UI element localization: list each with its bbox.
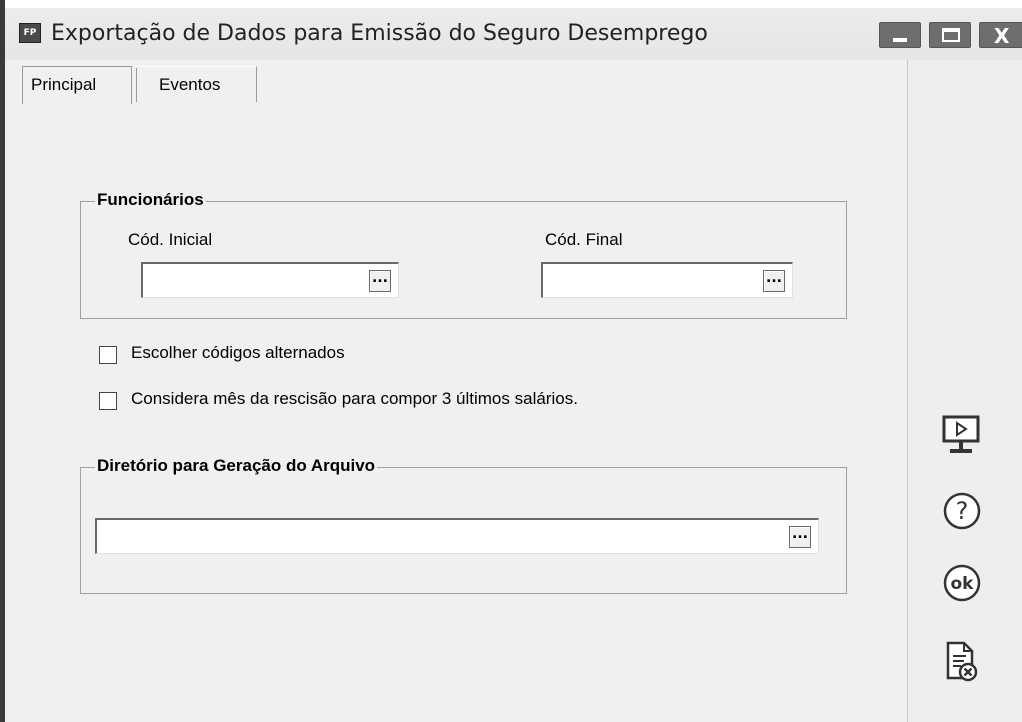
tab-principal[interactable]: Principal — [22, 66, 132, 104]
app-icon[interactable]: FP — [19, 23, 41, 43]
diretorio-group: Diretório para Geração do Arquivo ... — [80, 456, 847, 594]
cod-final-lookup-button[interactable]: ... — [763, 270, 785, 292]
ok-icon[interactable]: ok — [942, 563, 982, 603]
action-sidebar: ? ok — [907, 60, 1022, 722]
close-button[interactable]: X — [979, 22, 1022, 48]
maximize-button[interactable] — [929, 22, 971, 48]
help-icon[interactable]: ? — [942, 491, 982, 531]
help-glyph: ? — [956, 497, 969, 525]
minimize-icon — [893, 38, 907, 42]
preview-monitor-icon[interactable] — [942, 415, 980, 457]
diretorio-path-field[interactable]: ... — [95, 518, 819, 554]
ok-glyph: ok — [951, 574, 975, 594]
cod-inicial-lookup-button[interactable]: ... — [369, 270, 391, 292]
tab-eventos[interactable]: Eventos — [139, 66, 257, 102]
funcionarios-group: Funcionários Cód. Inicial ... Cód. Final… — [80, 190, 847, 319]
escolher-codigos-checkbox[interactable] — [99, 346, 117, 364]
funcionarios-title: Funcionários — [95, 190, 206, 210]
tab-divider — [136, 68, 137, 102]
cod-final-label: Cód. Final — [545, 230, 623, 249]
main-window: FP Exportação de Dados para Emissão do S… — [0, 0, 1022, 722]
window-title: Exportação de Dados para Emissão do Segu… — [51, 21, 708, 46]
considera-mes-checkbox[interactable] — [99, 392, 117, 410]
diretorio-title: Diretório para Geração do Arquivo — [95, 456, 378, 476]
title-bar[interactable]: FP Exportação de Dados para Emissão do S… — [5, 0, 1022, 60]
cod-final-field[interactable]: ... — [541, 262, 793, 298]
content-panel: Principal Eventos Funcionários Cód. Inic… — [10, 60, 907, 722]
considera-mes-label[interactable]: Considera mês da rescisão para compor 3 … — [131, 389, 578, 409]
cod-inicial-label: Cód. Inicial — [128, 230, 213, 249]
escolher-codigos-label[interactable]: Escolher códigos alternados — [131, 343, 345, 363]
cod-inicial-field[interactable]: ... — [141, 262, 399, 298]
close-icon: X — [994, 24, 1010, 48]
minimize-button[interactable] — [879, 22, 921, 48]
diretorio-browse-button[interactable]: ... — [789, 526, 811, 548]
cancel-document-icon[interactable] — [944, 640, 980, 684]
maximize-icon — [942, 28, 960, 42]
